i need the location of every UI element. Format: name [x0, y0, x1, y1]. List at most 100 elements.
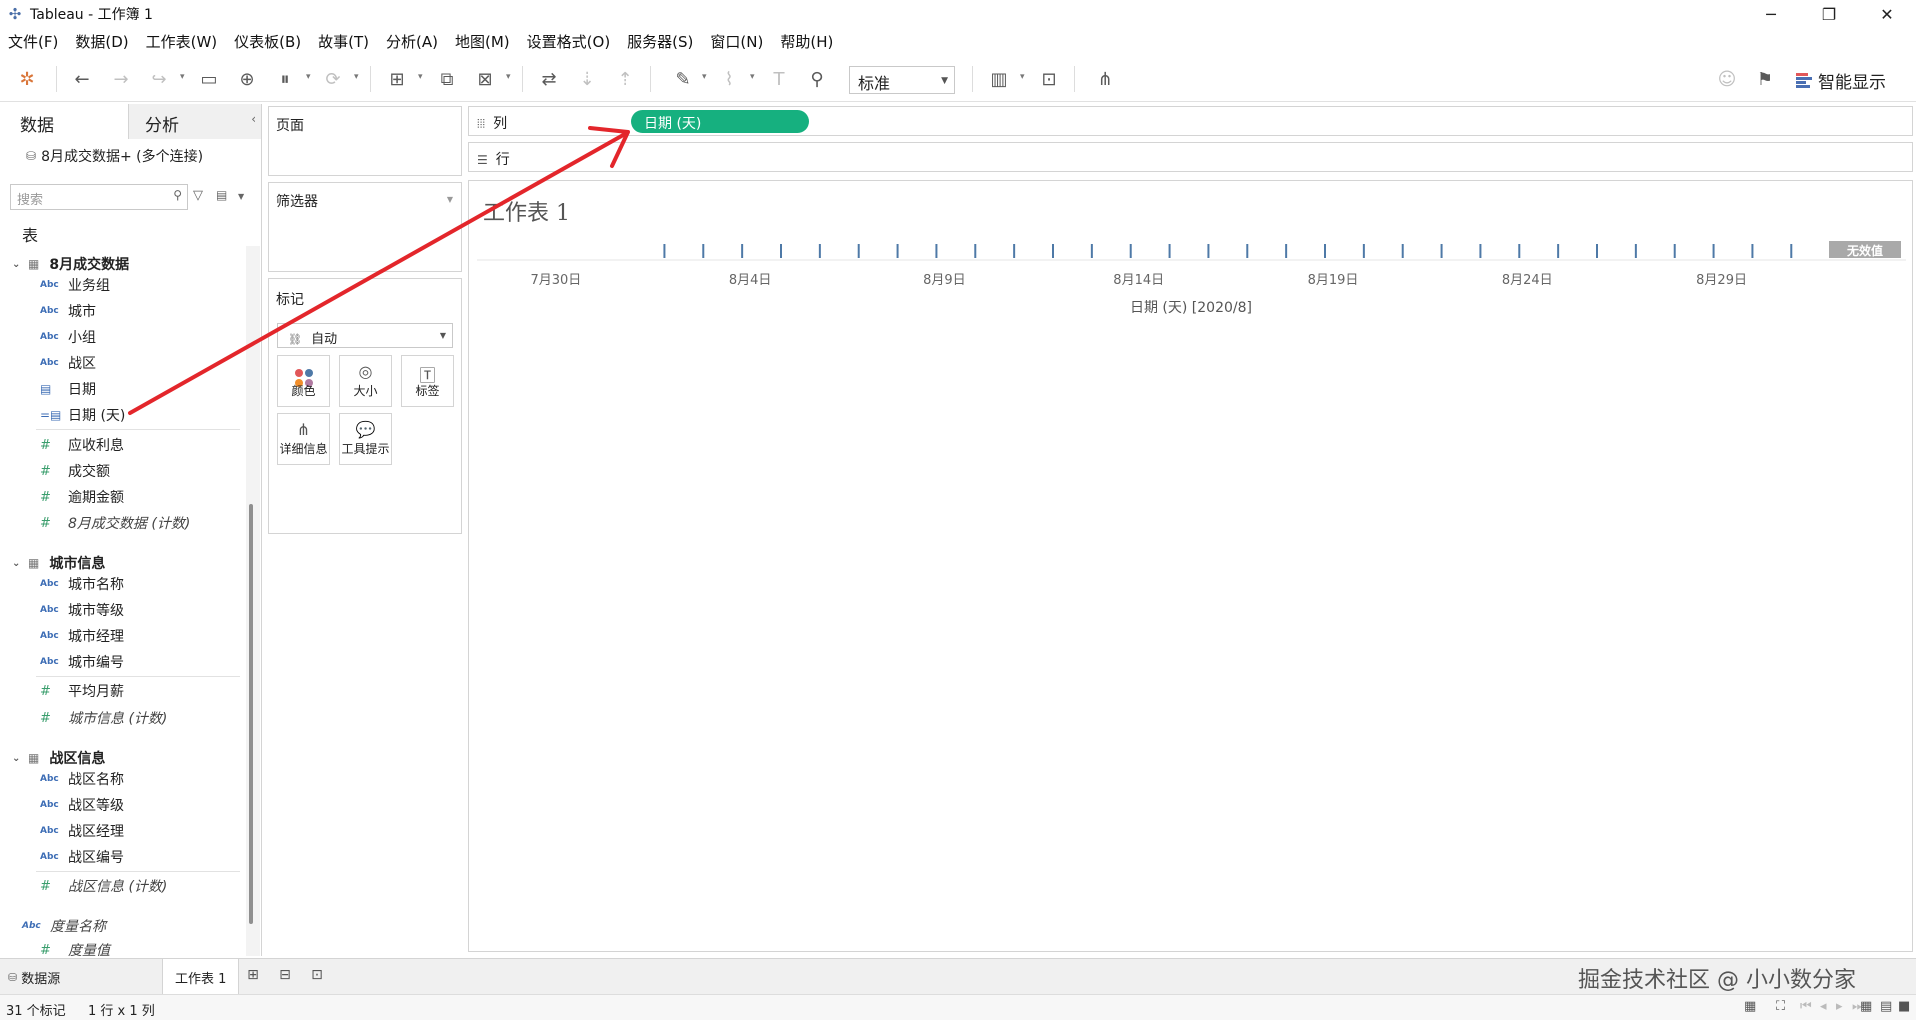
field-item[interactable]: # 战区信息 (计数)	[40, 876, 167, 896]
search-input[interactable]: 搜索 ⚲	[10, 184, 188, 210]
field-item[interactable]: Abc 业务组	[40, 275, 110, 295]
rows-shelf[interactable]: ☰ 行	[468, 142, 1913, 172]
close-button[interactable]: ✕	[1858, 0, 1916, 28]
duplicate-sheet-icon[interactable]: ⧉	[432, 64, 462, 94]
field-item[interactable]: Abc 战区名称	[40, 769, 124, 789]
highlight-icon[interactable]: ✎	[668, 64, 698, 94]
group-members-icon[interactable]: ⌇	[714, 64, 744, 94]
new-datasource-icon[interactable]: ⊕	[232, 64, 262, 94]
field-item[interactable]: # 应收利息	[40, 435, 124, 455]
show-mark-labels-icon[interactable]: T	[764, 64, 794, 94]
field-item[interactable]: #8月成交数据 (计数)	[40, 513, 190, 533]
menu-story[interactable]: 故事(T)	[318, 31, 369, 52]
axis-title[interactable]: 日期 (天) [2020/8]	[1130, 300, 1252, 316]
format-painter-icon[interactable]: ⚑	[1750, 64, 1780, 94]
filters-shelf[interactable]: 筛选器 ▼	[268, 182, 462, 272]
sheet-tab[interactable]: 工作表 1	[162, 959, 240, 995]
datasource-connection[interactable]: ⛁ 8月成交数据+ (多个连接)	[26, 146, 203, 166]
menu-format[interactable]: 设置格式(O)	[527, 31, 611, 52]
field-item[interactable]: Abc 城市编号	[40, 652, 124, 672]
new-story-icon[interactable]: ⊡	[306, 967, 328, 987]
fix-axes-icon[interactable]: ⚲	[802, 64, 832, 94]
field-item[interactable]: Abc 城市等级	[40, 600, 124, 620]
label-button[interactable]: 🅃 标签	[401, 355, 454, 407]
pause-updates-icon[interactable]: ⏸	[270, 64, 300, 94]
tableau-home-icon[interactable]: ✲	[12, 64, 42, 94]
field-item[interactable]: ▤ 日期	[40, 379, 96, 399]
collapse-pane-icon[interactable]: ‹	[251, 112, 256, 126]
pages-shelf[interactable]: 页面	[268, 106, 462, 176]
detail-button[interactable]: ⋔ 详细信息	[277, 413, 330, 465]
view-list-icon[interactable]: ▤	[216, 188, 227, 202]
sort-descending-icon[interactable]: ⇡	[610, 64, 640, 94]
field-item[interactable]: Abc 城市名称	[40, 574, 124, 594]
field-item[interactable]: Abc 城市经理	[40, 626, 124, 646]
field-item[interactable]: # 成交额	[40, 461, 110, 481]
chevron-down-icon[interactable]: ▼	[447, 195, 453, 204]
swap-rows-columns-icon[interactable]: ⇄	[534, 64, 564, 94]
smart-show-button[interactable]: 智能显示	[1796, 68, 1886, 93]
field-item[interactable]: Abc 战区经理	[40, 821, 124, 841]
tab-data[interactable]: 数据	[0, 104, 128, 139]
restore-button[interactable]: ❐	[1800, 0, 1858, 28]
chevron-down-icon[interactable]: ▼	[238, 192, 244, 201]
menu-server[interactable]: 服务器(S)	[627, 31, 693, 52]
menu-data[interactable]: 数据(D)	[75, 31, 128, 52]
field-item[interactable]: Abc 战区等级	[40, 795, 124, 815]
null-values-badge[interactable]: 无效值	[1829, 241, 1901, 258]
field-item[interactable]: # 度量值	[40, 940, 110, 957]
menu-analysis[interactable]: 分析(A)	[386, 31, 438, 52]
mark-type-dropdown[interactable]: ⛓ 自动 ▼	[277, 323, 453, 348]
color-button[interactable]: 颜色	[277, 355, 330, 407]
field-item[interactable]: Abc 战区	[40, 353, 96, 373]
datasource-tab[interactable]: ⛁ 数据源	[8, 959, 60, 995]
menu-dashboard[interactable]: 仪表板(B)	[234, 31, 301, 52]
clear-sheet-icon[interactable]: ⊠	[470, 64, 500, 94]
field-item[interactable]: # 城市信息 (计数)	[40, 708, 167, 728]
field-item[interactable]: Abc 城市	[40, 301, 96, 321]
field-item[interactable]: # 平均月薪	[40, 681, 124, 701]
filmstrip-icon[interactable]: ▤	[1880, 999, 1892, 1014]
new-worksheet-icon[interactable]: ⊞	[242, 967, 264, 987]
next-page-icon[interactable]: ▸	[1836, 999, 1843, 1014]
field-item[interactable]: Abc 小组	[40, 327, 96, 347]
table-group[interactable]: ⌄ ▦ 8月成交数据	[12, 254, 129, 274]
columns-shelf[interactable]: ⦙⦙⦙ 列 日期 (天)	[468, 106, 1913, 136]
redo-icon[interactable]: →	[106, 64, 136, 94]
field-item[interactable]: # 逾期金额	[40, 487, 124, 507]
size-button[interactable]: ◎ 大小	[339, 355, 392, 407]
show-cards-icon[interactable]: ▥	[984, 64, 1014, 94]
tooltip-button[interactable]: 💬 工具提示	[339, 413, 392, 465]
share-icon[interactable]: ⋔	[1090, 64, 1120, 94]
field-item[interactable]: =▤ 日期 (天)	[40, 405, 125, 425]
menu-help[interactable]: 帮助(H)	[780, 31, 833, 52]
tab-analysis[interactable]: 分析 ‹	[128, 104, 261, 139]
menu-window[interactable]: 窗口(N)	[710, 31, 763, 52]
refresh-icon[interactable]: ⟳	[318, 64, 348, 94]
tabs-icon[interactable]: ■	[1898, 999, 1910, 1014]
table-group[interactable]: ⌄ ▦ 战区信息	[12, 748, 105, 768]
new-dashboard-icon[interactable]: ⊟	[274, 967, 296, 987]
minimize-button[interactable]: ─	[1742, 0, 1800, 28]
menu-worksheet[interactable]: 工作表(W)	[146, 31, 218, 52]
filter-fields-icon[interactable]: ▽	[193, 188, 203, 203]
scrollbar-thumb[interactable]	[249, 504, 253, 924]
menu-file[interactable]: 文件(F)	[8, 31, 58, 52]
presentation-mode-icon[interactable]: ⊡	[1034, 64, 1064, 94]
prev-page-icon[interactable]: ◂	[1820, 999, 1827, 1014]
new-worksheet-icon[interactable]: ⊞	[382, 64, 412, 94]
undo-icon[interactable]: ←	[67, 64, 97, 94]
field-item[interactable]: Abc 战区编号	[40, 847, 124, 867]
sheet-sorter-icon[interactable]: ▦	[1860, 999, 1872, 1014]
column-pill-date-day[interactable]: 日期 (天)	[631, 110, 809, 133]
grid-view-icon[interactable]: ▦	[1744, 999, 1756, 1014]
fit-dropdown[interactable]: 标准 ▼	[849, 66, 955, 94]
table-group[interactable]: ⌄ ▦ 城市信息	[12, 553, 105, 573]
first-page-icon[interactable]: ⏮	[1800, 999, 1812, 1014]
replay-icon[interactable]: ↪	[144, 64, 174, 94]
field-item[interactable]: Abc 度量名称	[22, 916, 106, 936]
ask-data-icon[interactable]: ☺	[1712, 64, 1742, 94]
sort-ascending-icon[interactable]: ⇣	[572, 64, 602, 94]
fit-screen-icon[interactable]: ⛶	[1776, 999, 1785, 1014]
menu-map[interactable]: 地图(M)	[455, 31, 510, 52]
